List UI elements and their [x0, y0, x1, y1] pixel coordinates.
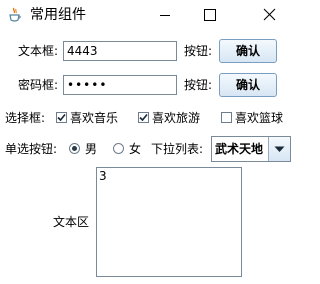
checkbox-basketball-label[interactable]: 喜欢篮球: [235, 110, 283, 126]
radio-male[interactable]: [69, 143, 80, 154]
password-field-label: 密码框:: [18, 78, 59, 92]
text-area[interactable]: 3: [96, 167, 242, 277]
text-row-button-label: 按钮:: [184, 44, 213, 58]
text-field[interactable]: 4443: [63, 41, 177, 61]
minimize-icon: [160, 15, 170, 16]
checkbox-basketball[interactable]: [221, 112, 232, 123]
maximize-button[interactable]: [187, 0, 232, 30]
text-field-label: 文本框:: [18, 44, 59, 58]
dropdown-arrow-button[interactable]: [268, 137, 290, 161]
textarea-label: 文本区: [53, 215, 90, 229]
title-bar[interactable]: 常用组件: [0, 0, 298, 30]
checkbox-travel-label[interactable]: 喜欢旅游: [152, 110, 200, 126]
dropdown-select[interactable]: 武术天地: [211, 136, 291, 162]
close-icon: [263, 8, 276, 21]
password-row-button-label: 按钮:: [184, 78, 213, 92]
radio-male-label[interactable]: 男: [85, 141, 97, 157]
confirm-button-1[interactable]: 确认: [219, 39, 277, 63]
main-window: 常用组件 文本框: 4443 按钮: 确认 密码框: ••••• 按钮: 确认 …: [0, 0, 298, 284]
close-button[interactable]: [248, 0, 293, 30]
checkbox-music[interactable]: [56, 112, 67, 123]
radio-selected-dot: [72, 146, 77, 151]
radio-female[interactable]: [113, 143, 124, 154]
checkbox-music-label[interactable]: 喜欢音乐: [70, 110, 118, 126]
minimize-button[interactable]: [142, 0, 187, 30]
checkmark-icon: [57, 113, 66, 122]
maximize-icon: [204, 9, 216, 21]
checkbox-group-label: 选择框:: [5, 111, 46, 125]
checkmark-icon: [139, 113, 148, 122]
chevron-down-icon: [274, 146, 285, 152]
combo-label: 下拉列表:: [151, 142, 204, 156]
confirm-button-2[interactable]: 确认: [219, 73, 277, 97]
dropdown-value: 武术天地: [215, 142, 264, 156]
window-title: 常用组件: [30, 7, 86, 23]
password-field[interactable]: •••••: [63, 75, 177, 95]
checkbox-travel[interactable]: [138, 112, 149, 123]
radio-group-label: 单选按钮:: [5, 142, 58, 156]
java-cup-icon: [8, 7, 22, 23]
radio-female-label[interactable]: 女: [129, 141, 141, 157]
